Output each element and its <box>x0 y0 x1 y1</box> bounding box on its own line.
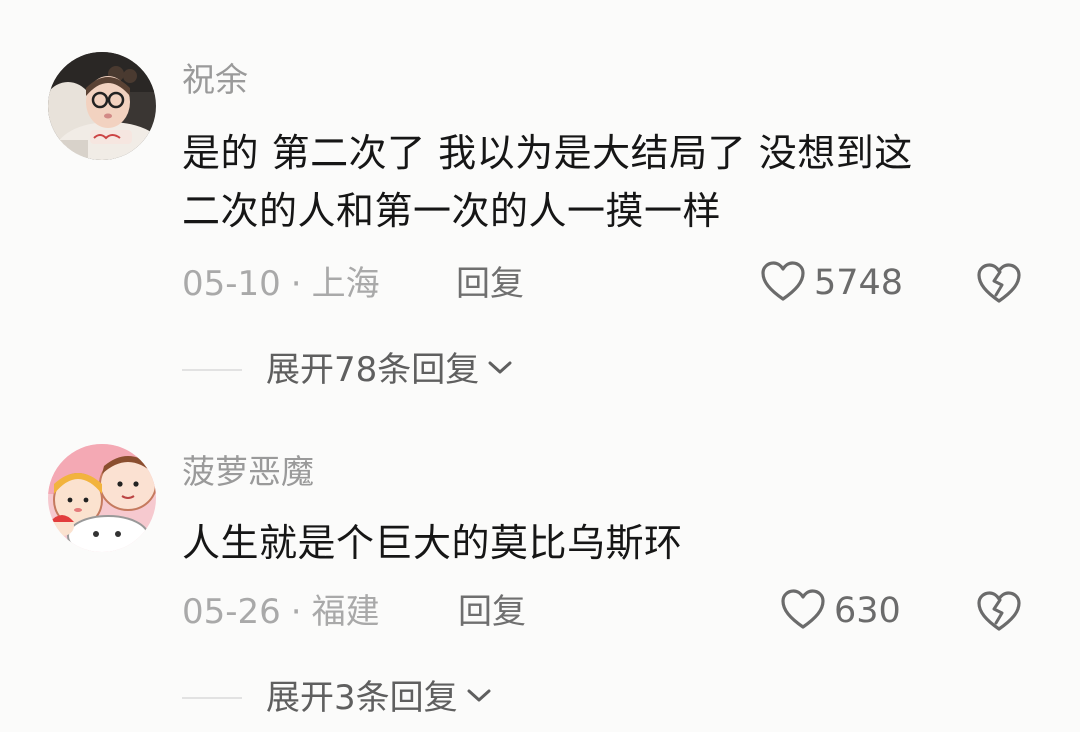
divider-line <box>182 697 242 699</box>
meta-separator: · <box>290 264 302 304</box>
broken-heart-icon <box>976 263 1022 308</box>
comment-text-line: 是的 第二次了 我以为是大结局了 没想到这 <box>182 131 913 175</box>
like-button[interactable]: 630 <box>780 588 901 634</box>
expand-replies-label: 展开3条回复 <box>266 678 458 718</box>
heart-outline-icon <box>780 588 826 634</box>
comment-text-line: 二次的人和第一次的人一摸一样 <box>182 189 722 233</box>
comment-text: 人生就是个巨大的莫比乌斯环 <box>182 514 1042 572</box>
comment-meta: 05-10 · 上海 <box>182 264 380 304</box>
expand-replies-button[interactable]: 展开3条回复 <box>182 678 492 718</box>
like-count: 5748 <box>814 263 904 303</box>
comment-location: 福建 <box>311 592 380 632</box>
username[interactable]: 祝余 <box>182 60 248 100</box>
chevron-down-icon <box>466 688 492 708</box>
like-count: 630 <box>834 591 901 631</box>
dislike-button[interactable] <box>976 262 1022 308</box>
reply-button[interactable]: 回复 <box>458 592 526 632</box>
comment-location: 上海 <box>311 264 380 304</box>
username[interactable]: 菠萝恶魔 <box>182 452 314 492</box>
reply-button[interactable]: 回复 <box>456 264 524 304</box>
expand-replies-label: 展开78条回复 <box>266 350 480 390</box>
avatar[interactable] <box>48 444 156 552</box>
comment-date: 05-10 <box>182 264 281 304</box>
comment-text: 是的 第二次了 我以为是大结局了 没想到这 二次的人和第一次的人一摸一样 <box>182 124 1042 240</box>
avatar[interactable] <box>48 52 156 160</box>
expand-replies-button[interactable]: 展开78条回复 <box>182 350 513 390</box>
dislike-button[interactable] <box>976 590 1022 636</box>
comment-text-line: 人生就是个巨大的莫比乌斯环 <box>182 521 683 565</box>
divider-line <box>182 369 242 371</box>
meta-separator: · <box>290 592 302 632</box>
heart-outline-icon <box>760 260 806 306</box>
comment-date: 05-26 <box>182 592 281 632</box>
comment-meta: 05-26 · 福建 <box>182 592 380 632</box>
chevron-down-icon <box>487 360 513 380</box>
broken-heart-icon <box>976 591 1022 636</box>
like-button[interactable]: 5748 <box>760 260 903 306</box>
